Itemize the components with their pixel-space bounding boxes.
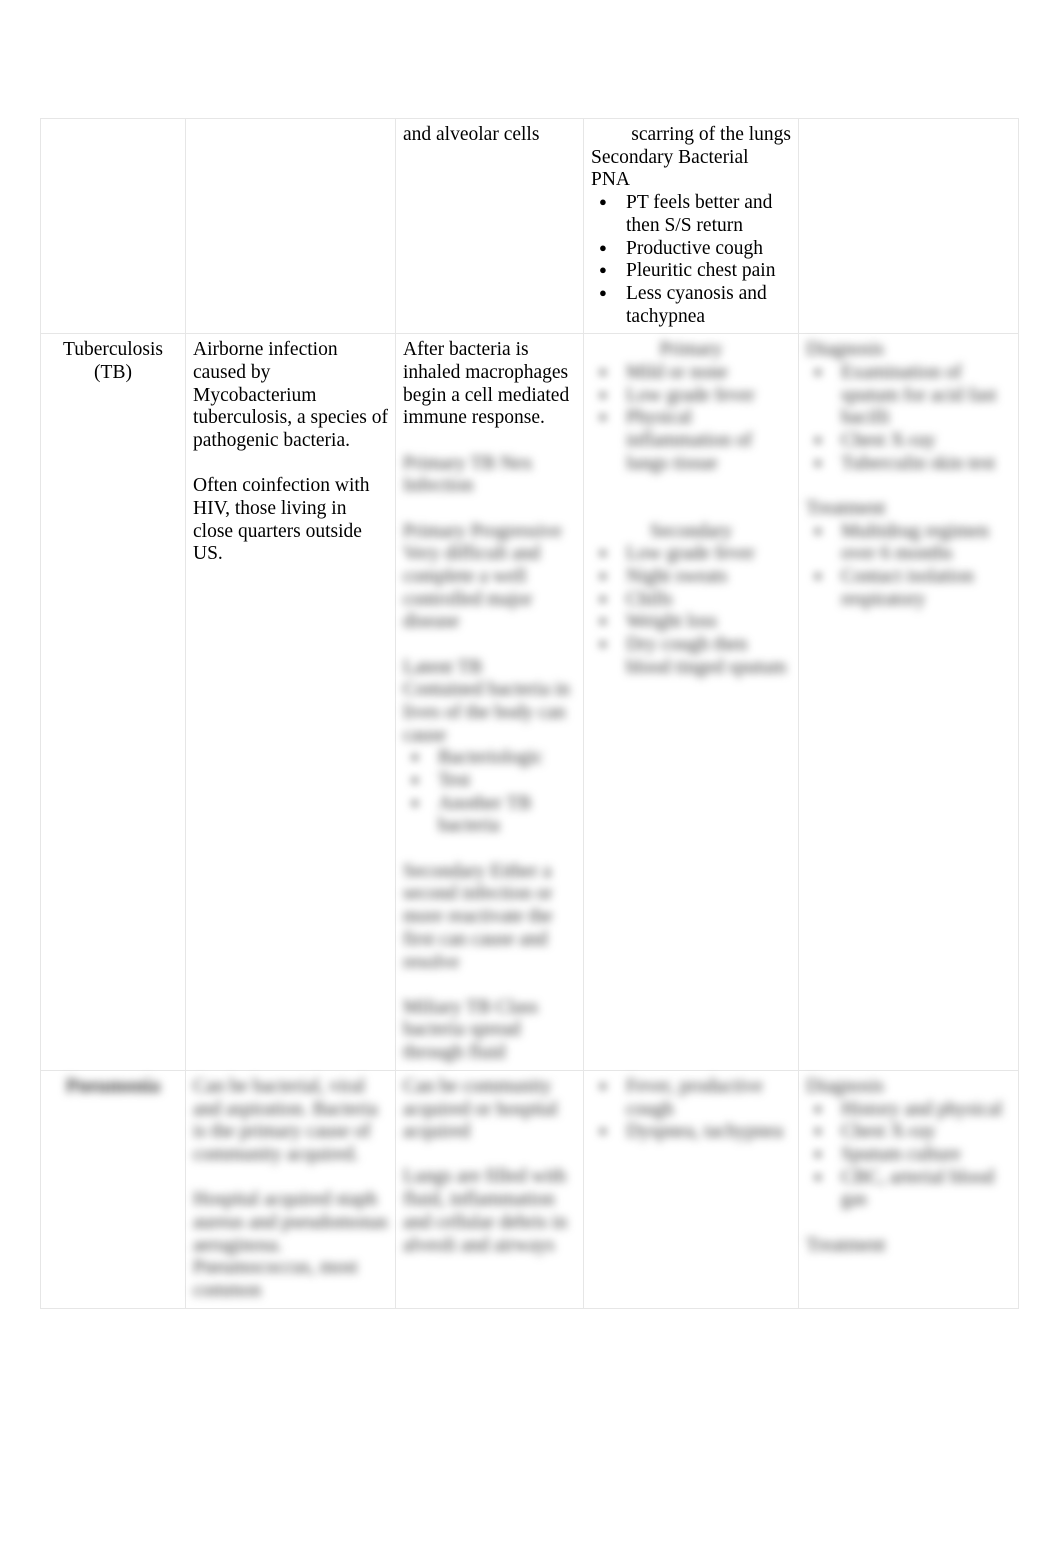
list-item: Chest X-ray <box>806 429 1011 453</box>
table-row: Tuberculosis (TB) Airborne infection cau… <box>40 333 1019 1071</box>
tb-manifest-bullets-primary: Mild or none Low grade fever Physical in… <box>591 361 791 476</box>
cell-pneumonia-pathophysiology: Can be community acquired or hospital ac… <box>395 1069 584 1309</box>
list-item: Dry cough then blood tinged sputum <box>591 633 791 679</box>
paragraph-spacer <box>403 1144 576 1167</box>
tb-patho-redacted-block: Primary TB Nex Infection Primary Progres… <box>403 453 576 1065</box>
tb-manifest-heading2: Secondary <box>649 520 733 542</box>
scarring-line: scarring of the lungs <box>631 124 791 145</box>
list-item: Physical inflammation of lungs tissue <box>591 406 791 475</box>
tb-name-line2: (TB) <box>94 362 132 384</box>
list-item: Test <box>403 769 576 793</box>
list-item: Examination of sputum for acid fast baci… <box>806 361 1011 430</box>
list-item: Low grade fever <box>591 384 791 408</box>
list-item: Tuberculin skin test <box>806 452 1011 476</box>
cell-tb-pathophysiology: After bacteria is inhaled macrophages be… <box>395 333 584 1071</box>
list-item: Productive cough <box>591 237 791 261</box>
list-item: Another TB bacteria <box>403 792 576 838</box>
cell-pneumonia-manifestations: Fever, productive cough Dyspnea, tachypn… <box>583 1069 799 1309</box>
paragraph-spacer <box>403 974 576 997</box>
pneumonia-etiology-redacted-block: Can be bacterial, viral and aspiration. … <box>193 1076 388 1303</box>
tb-manifest-bullets-secondary: Low grade fever Night sweats Chills Weig… <box>591 542 791 679</box>
pneumonia-diagnosis-heading: Diagnosis <box>806 1075 884 1097</box>
pneumonia-patho-redacted-block: Can be community acquired or hospital ac… <box>403 1076 576 1257</box>
pneumonia-manifest-bullets: Fever, productive cough Dyspnea, tachypn… <box>591 1075 791 1144</box>
cell-top-manifestations: scarring of the lungs Secondary Bacteria… <box>583 117 799 335</box>
list-item: Pleuritic chest pain <box>591 259 791 283</box>
pneumonia-treatment-heading: Treatment <box>806 1234 886 1256</box>
list-item: Mild or none <box>591 361 791 385</box>
table-row: Pneumonia Can be bacterial, viral and as… <box>40 1069 1019 1309</box>
tb-name-line1: Tuberculosis <box>62 339 164 361</box>
tb-etiology-para1: Airborne infection caused by Mycobacteri… <box>193 339 388 452</box>
list-item: Dyspnea, tachypnea <box>591 1120 791 1144</box>
list-item: Night sweats <box>591 565 791 589</box>
list-item: Bacteriologic <box>403 746 576 770</box>
paragraph-spacer <box>403 498 576 521</box>
tb-diagnosis-bullets: Examination of sputum for acid fast baci… <box>806 361 1011 476</box>
tb-manifest-heading1: Primary <box>659 339 723 361</box>
pneumonia-name: Pneumonia <box>65 1075 161 1097</box>
list-item: Chills <box>591 588 791 612</box>
table-row: and alveolar cells scarring of the lungs… <box>40 117 1019 335</box>
list-item: Multidrug regimen over 6 months <box>806 520 1011 566</box>
paragraph-spacer <box>403 430 576 453</box>
tb-patho-redacted-para3: Secondary Either a second infection or m… <box>403 860 553 973</box>
cell-tb-treatment: Diagnosis Examination of sputum for acid… <box>798 333 1019 1071</box>
list-item: History and physical <box>806 1098 1011 1122</box>
cell-pneumonia-etiology: Can be bacterial, viral and aspiration. … <box>185 1069 396 1309</box>
disease-reference-table: and alveolar cells scarring of the lungs… <box>40 117 1019 1309</box>
paragraph-spacer <box>193 453 388 476</box>
tb-patho-redacted-para1: Primary Progressive Very difficult and c… <box>403 520 562 633</box>
list-item: PT feels better and then S/S return <box>591 191 791 237</box>
paragraph-spacer <box>193 1167 388 1190</box>
cell-top-disease <box>40 117 186 335</box>
cell-top-pathophysiology: and alveolar cells <box>395 117 584 335</box>
secondary-bacterial-pna-heading: Secondary Bacterial PNA <box>591 146 749 191</box>
tb-etiology-para2: Often coinfection with HIV, those living… <box>193 475 370 565</box>
pneumonia-etiology-para2: Hospital acquired staph aureus and pseud… <box>193 1189 388 1301</box>
tb-patho-redacted-heading3: Miliary TB Class bacteria spread through… <box>403 996 539 1064</box>
tb-patho-redacted-bullets: Bacteriologic Test Another TB bacteria <box>403 746 576 838</box>
cell-tb-etiology: Airborne infection caused by Mycobacteri… <box>185 333 396 1071</box>
pneumonia-manifestations-redacted-block: Fever, productive cough Dyspnea, tachypn… <box>591 1075 791 1144</box>
pneumonia-treatment-redacted-block: Diagnosis History and physical Chest X-r… <box>806 1076 1011 1257</box>
tb-patho-redacted-para2: Contained bacteria in lives of the body … <box>403 679 570 746</box>
paragraph-spacer <box>591 476 791 499</box>
list-item: Fever, productive cough <box>591 1075 791 1121</box>
tb-diagnosis-heading: Diagnosis <box>806 339 884 361</box>
list-item: CBC, arterial blood gas <box>806 1166 1011 1212</box>
list-item: Low grade fever <box>591 542 791 566</box>
paragraph-spacer <box>403 838 576 861</box>
list-item: Sputum culture <box>806 1143 1011 1167</box>
paragraph-spacer <box>806 476 1011 499</box>
tb-patho-para1: After bacteria is inhaled macrophages be… <box>403 339 570 429</box>
paragraph-spacer <box>806 1212 1011 1235</box>
cell-top-treatment <box>798 117 1019 335</box>
pneumonia-patho-para1: Can be community acquired or hospital ac… <box>403 1075 558 1143</box>
list-item: Contact isolation respiratory <box>806 565 1011 611</box>
tb-patho-redacted-heading1: Primary TB Nex Infection <box>403 452 533 497</box>
tb-patho-redacted-heading2: Latent TB <box>403 656 483 678</box>
cell-pneumonia-disease: Pneumonia <box>40 1069 186 1309</box>
pneumonia-diagnosis-bullets: History and physical Chest X-ray Sputum … <box>806 1098 1011 1213</box>
cell-top-pathophysiology-text: and alveolar cells <box>403 124 540 145</box>
list-item: Less cyanosis and tachypnea <box>591 282 791 328</box>
tb-treatment-bullets: Multidrug regimen over 6 months Contact … <box>806 520 1011 612</box>
pneumonia-etiology-para1: Can be bacterial, viral and aspiration. … <box>193 1075 378 1165</box>
tb-treatment-redacted-block: Diagnosis Examination of sputum for acid… <box>806 339 1011 611</box>
paragraph-spacer <box>591 498 791 521</box>
manifestation-bullet-list: PT feels better and then S/S return Prod… <box>591 191 791 328</box>
tb-treatment-heading: Treatment <box>806 498 886 520</box>
pneumonia-patho-para2: Lungs are filled with fluid, inflammatio… <box>403 1166 568 1256</box>
cell-pneumonia-treatment: Diagnosis History and physical Chest X-r… <box>798 1069 1019 1309</box>
list-item: Chest X-ray <box>806 1120 1011 1144</box>
cell-tb-disease: Tuberculosis (TB) <box>40 333 186 1071</box>
cell-tb-manifestations: Primary Mild or none Low grade fever Phy… <box>583 333 799 1071</box>
paragraph-spacer <box>403 634 576 657</box>
document-page: and alveolar cells scarring of the lungs… <box>0 0 1062 1561</box>
tb-manifestations-redacted-block: Primary Mild or none Low grade fever Phy… <box>591 339 791 679</box>
list-item: Weight loss <box>591 610 791 634</box>
cell-top-etiology <box>185 117 396 335</box>
